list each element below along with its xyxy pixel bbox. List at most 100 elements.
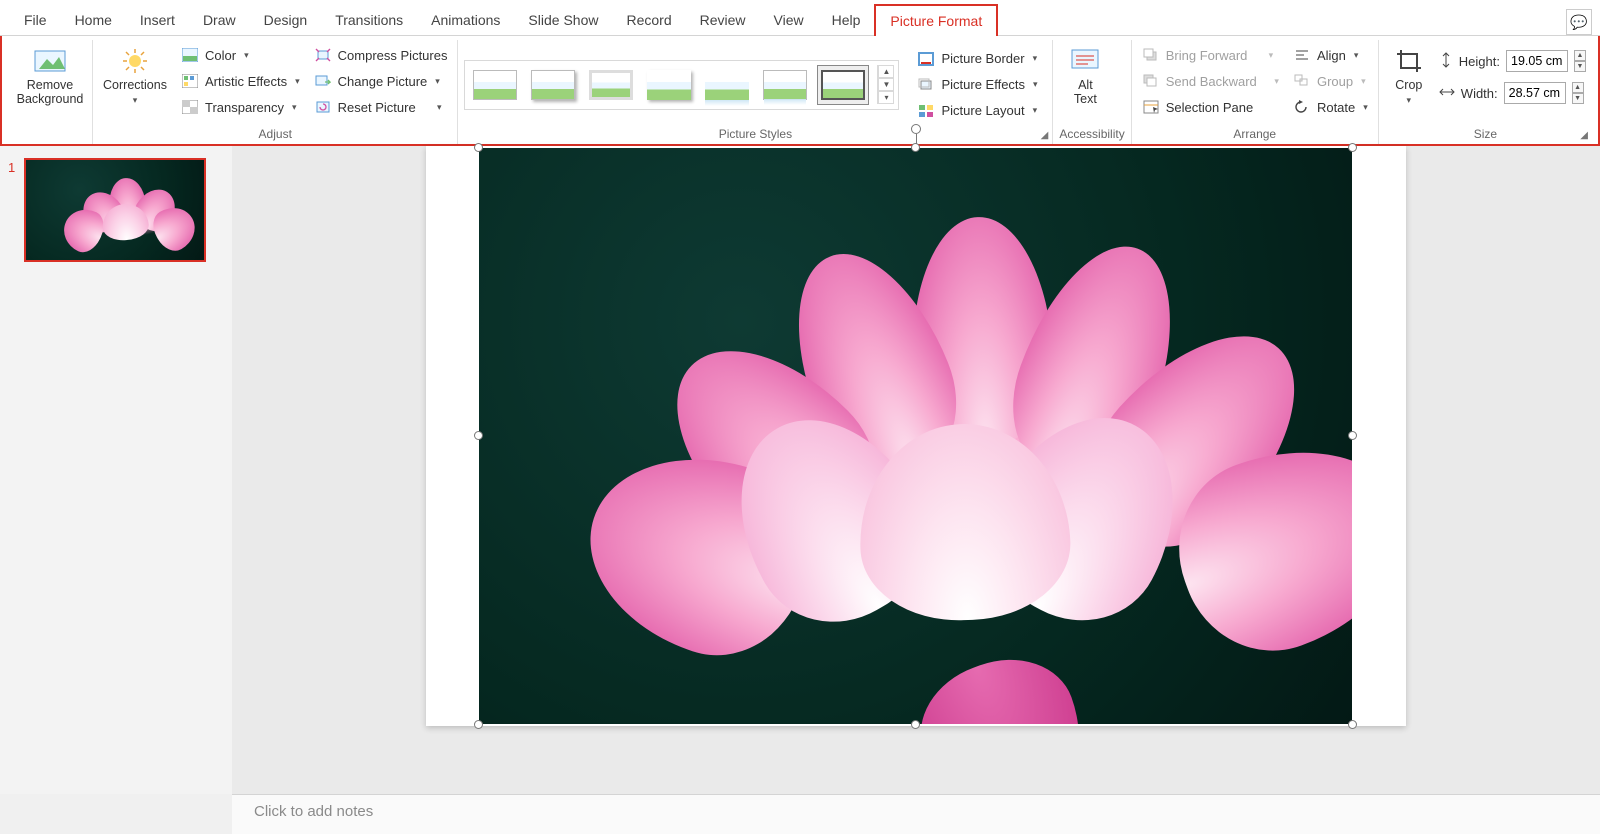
chevron-down-icon: ▾ bbox=[435, 76, 440, 87]
send-backward-label: Send Backward bbox=[1166, 74, 1257, 89]
gallery-up-button[interactable]: ▲ bbox=[878, 65, 894, 78]
chevron-down-icon: ▾ bbox=[437, 102, 442, 113]
color-button[interactable]: Color▾ bbox=[177, 44, 304, 66]
resize-handle-tr[interactable] bbox=[1348, 143, 1357, 152]
style-preset-4[interactable] bbox=[643, 65, 695, 105]
slide-thumbnail-panel: 1 bbox=[0, 146, 232, 794]
tab-transitions[interactable]: Transitions bbox=[321, 5, 417, 35]
adjust-group-label: Adjust bbox=[99, 125, 451, 144]
notes-pane[interactable]: Click to add notes bbox=[232, 794, 1600, 834]
alt-text-button[interactable]: Alt Text bbox=[1059, 44, 1111, 109]
chevron-down-icon: ▾ bbox=[1033, 79, 1038, 90]
picture-effects-button[interactable]: Picture Effects ▾ bbox=[913, 74, 1041, 96]
resize-handle-b[interactable] bbox=[911, 720, 920, 729]
gallery-more: ▲ ▼ ▾ bbox=[877, 65, 894, 104]
styles-dialog-launcher[interactable]: ◢ bbox=[1041, 130, 1049, 141]
transparency-button[interactable]: Transparency ▾ bbox=[177, 96, 304, 118]
picture-layout-button[interactable]: Picture Layout▾ bbox=[913, 100, 1041, 122]
style-preset-7[interactable] bbox=[817, 65, 869, 105]
height-field: Height: ▲▼ bbox=[1439, 50, 1586, 72]
artistic-effects-icon bbox=[181, 72, 199, 90]
slide-thumbnail-1[interactable] bbox=[24, 158, 206, 262]
tab-draw[interactable]: Draw bbox=[189, 5, 250, 35]
height-input[interactable] bbox=[1506, 50, 1568, 72]
compress-pictures-label: Compress Pictures bbox=[338, 48, 448, 63]
group-button[interactable]: Group▾ bbox=[1289, 70, 1372, 92]
picture-styles-group-label: Picture Styles bbox=[719, 127, 792, 141]
picture-border-button[interactable]: Picture Border▾ bbox=[913, 48, 1041, 70]
tab-insert[interactable]: Insert bbox=[126, 5, 189, 35]
chevron-down-icon: ▾ bbox=[1274, 76, 1279, 87]
style-preset-3[interactable] bbox=[585, 65, 637, 105]
selection-pane-button[interactable]: Selection Pane bbox=[1138, 96, 1283, 118]
slide-editor[interactable] bbox=[232, 146, 1600, 794]
remove-background-icon bbox=[33, 46, 67, 76]
style-preset-1[interactable] bbox=[469, 65, 521, 105]
change-picture-label: Change Picture bbox=[338, 74, 428, 89]
resize-handle-l[interactable] bbox=[474, 431, 483, 440]
tab-review[interactable]: Review bbox=[686, 5, 760, 35]
style-preset-2[interactable] bbox=[527, 65, 579, 105]
tab-home[interactable]: Home bbox=[61, 5, 126, 35]
tab-animations[interactable]: Animations bbox=[417, 5, 514, 35]
tab-record[interactable]: Record bbox=[612, 5, 685, 35]
resize-handle-t[interactable] bbox=[911, 143, 920, 152]
change-picture-button[interactable]: Change Picture ▾ bbox=[310, 70, 452, 92]
align-icon bbox=[1293, 46, 1311, 64]
compress-icon bbox=[314, 46, 332, 64]
reset-picture-label: Reset Picture bbox=[338, 100, 416, 115]
chevron-down-icon: ▾ bbox=[133, 95, 138, 105]
tab-picture-format[interactable]: Picture Format bbox=[874, 4, 998, 36]
reset-picture-button[interactable]: Reset Picture ▾ bbox=[310, 96, 452, 118]
height-down[interactable]: ▼ bbox=[1574, 61, 1586, 72]
transparency-label: Transparency bbox=[205, 100, 284, 115]
width-down[interactable]: ▼ bbox=[1572, 93, 1584, 104]
height-icon bbox=[1439, 52, 1453, 71]
slide-canvas[interactable] bbox=[426, 146, 1406, 726]
speech-bubble-icon: 💬 bbox=[1570, 14, 1587, 31]
slide-number-label: 1 bbox=[8, 158, 18, 262]
send-backward-button[interactable]: Send Backward ▾ bbox=[1138, 70, 1283, 92]
crop-button[interactable]: Crop▾ bbox=[1385, 44, 1433, 109]
artistic-effects-label: Artistic Effects bbox=[205, 74, 287, 89]
tab-help[interactable]: Help bbox=[818, 5, 875, 35]
group-label: Group bbox=[1317, 74, 1353, 89]
selection-pane-label: Selection Pane bbox=[1166, 100, 1253, 115]
resize-handle-bl[interactable] bbox=[474, 720, 483, 729]
chevron-down-icon: ▾ bbox=[292, 102, 297, 113]
height-label: Height: bbox=[1459, 54, 1500, 69]
style-preset-5[interactable] bbox=[701, 65, 753, 105]
chevron-down-icon: ▾ bbox=[1363, 102, 1368, 113]
gallery-down-button[interactable]: ▼ bbox=[878, 78, 894, 91]
style-preset-6[interactable] bbox=[759, 65, 811, 105]
tab-file[interactable]: File bbox=[10, 5, 61, 35]
gallery-expand-button[interactable]: ▾ bbox=[878, 91, 894, 104]
width-up[interactable]: ▲ bbox=[1572, 82, 1584, 93]
height-up[interactable]: ▲ bbox=[1574, 50, 1586, 61]
width-input[interactable] bbox=[1504, 82, 1566, 104]
width-label: Width: bbox=[1461, 86, 1498, 101]
comments-button[interactable]: 💬 bbox=[1566, 9, 1592, 35]
tab-slide-show[interactable]: Slide Show bbox=[514, 5, 612, 35]
artistic-effects-button[interactable]: Artistic Effects▾ bbox=[177, 70, 304, 92]
group-icon bbox=[1293, 72, 1311, 90]
tab-design[interactable]: Design bbox=[250, 5, 322, 35]
rotate-handle[interactable] bbox=[911, 124, 921, 134]
resize-handle-r[interactable] bbox=[1348, 431, 1357, 440]
size-group-label: Size bbox=[1474, 127, 1497, 141]
compress-pictures-button[interactable]: Compress Pictures bbox=[310, 44, 452, 66]
resize-handle-br[interactable] bbox=[1348, 720, 1357, 729]
picture-effects-label: Picture Effects bbox=[941, 77, 1025, 92]
corrections-icon bbox=[118, 46, 152, 76]
inserted-picture[interactable] bbox=[479, 148, 1352, 724]
chevron-down-icon: ▾ bbox=[1269, 50, 1274, 61]
align-button[interactable]: Align▾ bbox=[1289, 44, 1372, 66]
remove-background-button[interactable]: Remove Background bbox=[14, 44, 86, 109]
bring-forward-button[interactable]: Bring Forward ▾ bbox=[1138, 44, 1283, 66]
corrections-button[interactable]: Corrections▾ bbox=[99, 44, 171, 109]
tab-view[interactable]: View bbox=[760, 5, 818, 35]
size-dialog-launcher[interactable]: ◢ bbox=[1580, 130, 1588, 141]
rotate-button[interactable]: Rotate▾ bbox=[1289, 96, 1372, 118]
resize-handle-tl[interactable] bbox=[474, 143, 483, 152]
width-field: Width: ▲▼ bbox=[1439, 82, 1586, 104]
